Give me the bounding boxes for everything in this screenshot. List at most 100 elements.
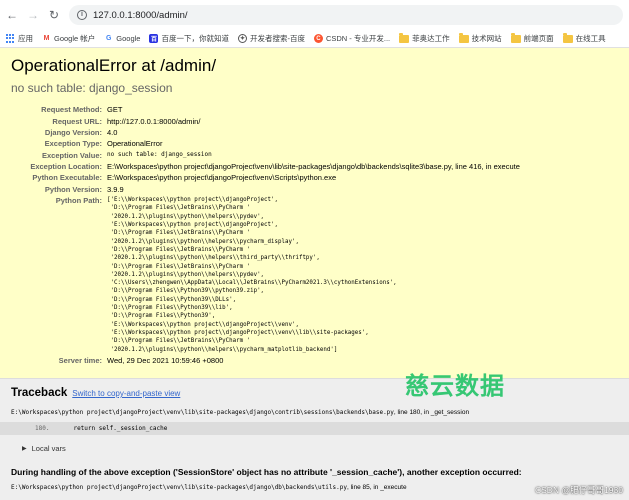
bookmark-dev-search[interactable]: ✦ 开发者搜索-百度 bbox=[237, 33, 314, 44]
folder-icon bbox=[510, 32, 521, 43]
bookmark-label: 菲奥达工作 bbox=[412, 34, 450, 43]
bookmark-label: 在线工具 bbox=[575, 34, 606, 43]
meta-value: OperationalError bbox=[107, 139, 163, 149]
meta-label: Python Path: bbox=[55, 196, 102, 206]
forward-arrow-icon[interactable]: → bbox=[27, 9, 39, 21]
meta-label: Exception Location: bbox=[30, 162, 102, 172]
python-path-line: '2020.1.2\\plugins\\python\\helpers\\pyc… bbox=[107, 346, 338, 353]
python-path-line: 'E:\\Workspaces\\python project\\djangoP… bbox=[107, 321, 299, 328]
code-text: return self._session_cache bbox=[73, 425, 168, 432]
meta-value: http://127.0.0.1:8000/admin/ bbox=[107, 116, 201, 126]
bookmark-label: 技术网站 bbox=[471, 34, 502, 43]
bookmark-label: 应用 bbox=[18, 34, 33, 43]
bookmark-folder-tools[interactable]: 在线工具 bbox=[562, 32, 615, 44]
meta-row: Django Version: 4.0 bbox=[11, 127, 520, 138]
apps-grid-icon bbox=[6, 34, 15, 43]
meta-label: Exception Type: bbox=[44, 139, 102, 149]
local-vars-toggle[interactable]: ▶ Local vars bbox=[11, 444, 618, 453]
meta-row: Python Path: ['E:\\Workspaces\\python pr… bbox=[11, 195, 520, 355]
server-time-value: Wed, 29 Dec 2021 10:59:46 +0800 bbox=[107, 356, 224, 366]
switch-view-link[interactable]: Switch to copy-and-paste view bbox=[72, 389, 180, 398]
meta-label: Request Method: bbox=[41, 105, 102, 115]
expand-triangle-icon: ▶ bbox=[22, 446, 27, 452]
bookmark-google-account[interactable]: M Google 帐户 bbox=[42, 33, 104, 44]
python-path-line: 'D:\\Program Files\\Python39\\lib', bbox=[107, 305, 233, 312]
meta-value: E:\Workspaces\python project\djangoProje… bbox=[107, 162, 520, 172]
meta-value: GET bbox=[107, 105, 123, 115]
google-icon: G bbox=[106, 35, 112, 42]
error-subtitle: no such table: django_session bbox=[11, 81, 173, 95]
back-arrow-icon[interactable]: ← bbox=[6, 9, 18, 21]
frame-code-line[interactable]: 180. return self._session_cache bbox=[0, 422, 629, 435]
error-title: OperationalError at /admin/ bbox=[11, 56, 217, 75]
frame-file-path: E:\Workspaces\python project\djangoProje… bbox=[11, 409, 394, 416]
python-path-line: 'D:\\Program Files\\Python39\\python39.z… bbox=[107, 288, 265, 295]
address-bar[interactable]: i 127.0.0.1:8000/admin/ bbox=[69, 5, 623, 25]
python-path-line: ['E:\\Workspaces\\python project\\django… bbox=[107, 197, 279, 204]
python-path-line: 'D:\\Program Files\\Python39', bbox=[107, 313, 216, 320]
error-summary: OperationalError at /admin/ no such tabl… bbox=[0, 48, 629, 379]
meta-row: Exception Type: OperationalError bbox=[11, 138, 520, 149]
python-path-line: 'E:\\Workspaces\\python project\\djangoP… bbox=[107, 329, 369, 336]
address-url[interactable]: 127.0.0.1:8000/admin/ bbox=[93, 10, 188, 21]
traceback-title: Traceback bbox=[11, 387, 68, 399]
bookmark-label: CSDN - 专业开发... bbox=[325, 34, 391, 43]
csdn-icon: C bbox=[313, 34, 323, 43]
python-path-line: 'D:\\Program Files\\JetBrains\\PyCharm ' bbox=[107, 230, 251, 237]
meta-value: 4.0 bbox=[107, 127, 118, 137]
chained-exception-message: During handling of the above exception (… bbox=[11, 467, 522, 477]
meta-row: Request Method: GET bbox=[11, 104, 520, 115]
meta-value: 3.9.9 bbox=[107, 184, 124, 194]
bookmark-label: 百度一下，你就知道 bbox=[161, 34, 229, 43]
bookmark-apps[interactable]: 应用 bbox=[6, 33, 42, 44]
request-meta-table: Request Method: GET Request URL: http://12… bbox=[11, 104, 520, 366]
bookmark-label: 开发者搜索-百度 bbox=[249, 34, 305, 43]
meta-label: Python Version: bbox=[44, 184, 102, 194]
meta-label: Request URL: bbox=[52, 116, 102, 126]
csdn-credit-watermark: CSDN @肥仔哥哥1930 bbox=[535, 485, 623, 495]
bookmark-folder-frontend[interactable]: 前端页面 bbox=[510, 32, 563, 44]
meta-row: Exception Value: no such table: django_se… bbox=[11, 150, 520, 161]
developer-search-icon: ✦ bbox=[237, 34, 247, 43]
meta-row: Python Version: 3.9.9 bbox=[11, 184, 520, 195]
python-path-line: '2020.1.2\\plugins\\python\\helpers\\pyc… bbox=[107, 238, 299, 245]
python-path-line: '2020.1.2\\plugins\\python\\helpers\\pyd… bbox=[107, 213, 265, 220]
traceback-header: Traceback Switch to copy-and-paste view bbox=[11, 387, 618, 399]
frame-location: E:\Workspaces\python project\djangoProje… bbox=[11, 409, 618, 416]
bookmark-folder-work[interactable]: 菲奥达工作 bbox=[399, 32, 459, 44]
meta-row: Exception Location: E:\Workspaces\python … bbox=[11, 161, 520, 172]
bookmark-label: 前端页面 bbox=[523, 34, 554, 43]
line-number: 180. bbox=[35, 425, 50, 432]
python-path-line: 'C:\\Users\\zhengwen\\AppData\\Local\\Je… bbox=[107, 280, 397, 287]
bookmark-label: Google 帐户 bbox=[54, 34, 96, 43]
meta-label: Django Version: bbox=[44, 127, 102, 137]
baidu-icon: 百 bbox=[149, 34, 159, 43]
python-path-line: '2020.1.2\\plugins\\python\\helpers\\pyd… bbox=[107, 271, 265, 278]
bookmark-google[interactable]: G Google bbox=[104, 34, 149, 43]
meta-value: no such table: django_session bbox=[107, 150, 212, 158]
meta-label: Python Executable: bbox=[32, 173, 102, 183]
python-path-line: 'D:\\Program Files\\Python39\\DLLs', bbox=[107, 296, 237, 303]
python-path-line: 'D:\\Program Files\\JetBrains\\PyCharm ' bbox=[107, 205, 251, 212]
bookmarks-bar: 应用 M Google 帐户 G Google 百 百度一下，你就知道 ✦ 开发… bbox=[0, 30, 629, 48]
python-path-list: ['E:\\Workspaces\\python project\\django… bbox=[107, 195, 520, 355]
python-path-line: 'D:\\Program Files\\JetBrains\\PyCharm ' bbox=[107, 246, 251, 253]
watermark-logo: 慈云数据 bbox=[405, 372, 505, 400]
bookmark-csdn[interactable]: C CSDN - 专业开发... bbox=[313, 33, 399, 44]
meta-label: Server time: bbox=[58, 356, 102, 366]
frame-line-info: , line 180, in _get_session bbox=[393, 409, 470, 416]
folder-icon bbox=[562, 32, 573, 43]
bookmark-folder-tech[interactable]: 技术网站 bbox=[458, 32, 511, 44]
frame-location: E:\Workspaces\python project\djangoProje… bbox=[11, 484, 618, 491]
local-vars-label: Local vars bbox=[31, 444, 66, 453]
traceback-section: Traceback Switch to copy-and-paste view … bbox=[0, 379, 629, 500]
meta-row: Python Executable: E:\Workspaces\python p… bbox=[11, 172, 520, 183]
bookmark-baidu[interactable]: 百 百度一下，你就知道 bbox=[149, 33, 238, 44]
folder-icon bbox=[399, 32, 410, 43]
meta-label: Exception Value: bbox=[41, 150, 102, 160]
reload-icon[interactable]: ↻ bbox=[48, 9, 60, 21]
python-path-line: '2020.1.2\\plugins\\python\\helpers\\thi… bbox=[107, 255, 320, 262]
site-info-icon[interactable]: i bbox=[77, 10, 87, 20]
meta-row: Request URL: http://127.0.0.1:8000/admin/ bbox=[11, 115, 520, 126]
frame-line-info: , line 85, in _execute bbox=[346, 484, 407, 491]
